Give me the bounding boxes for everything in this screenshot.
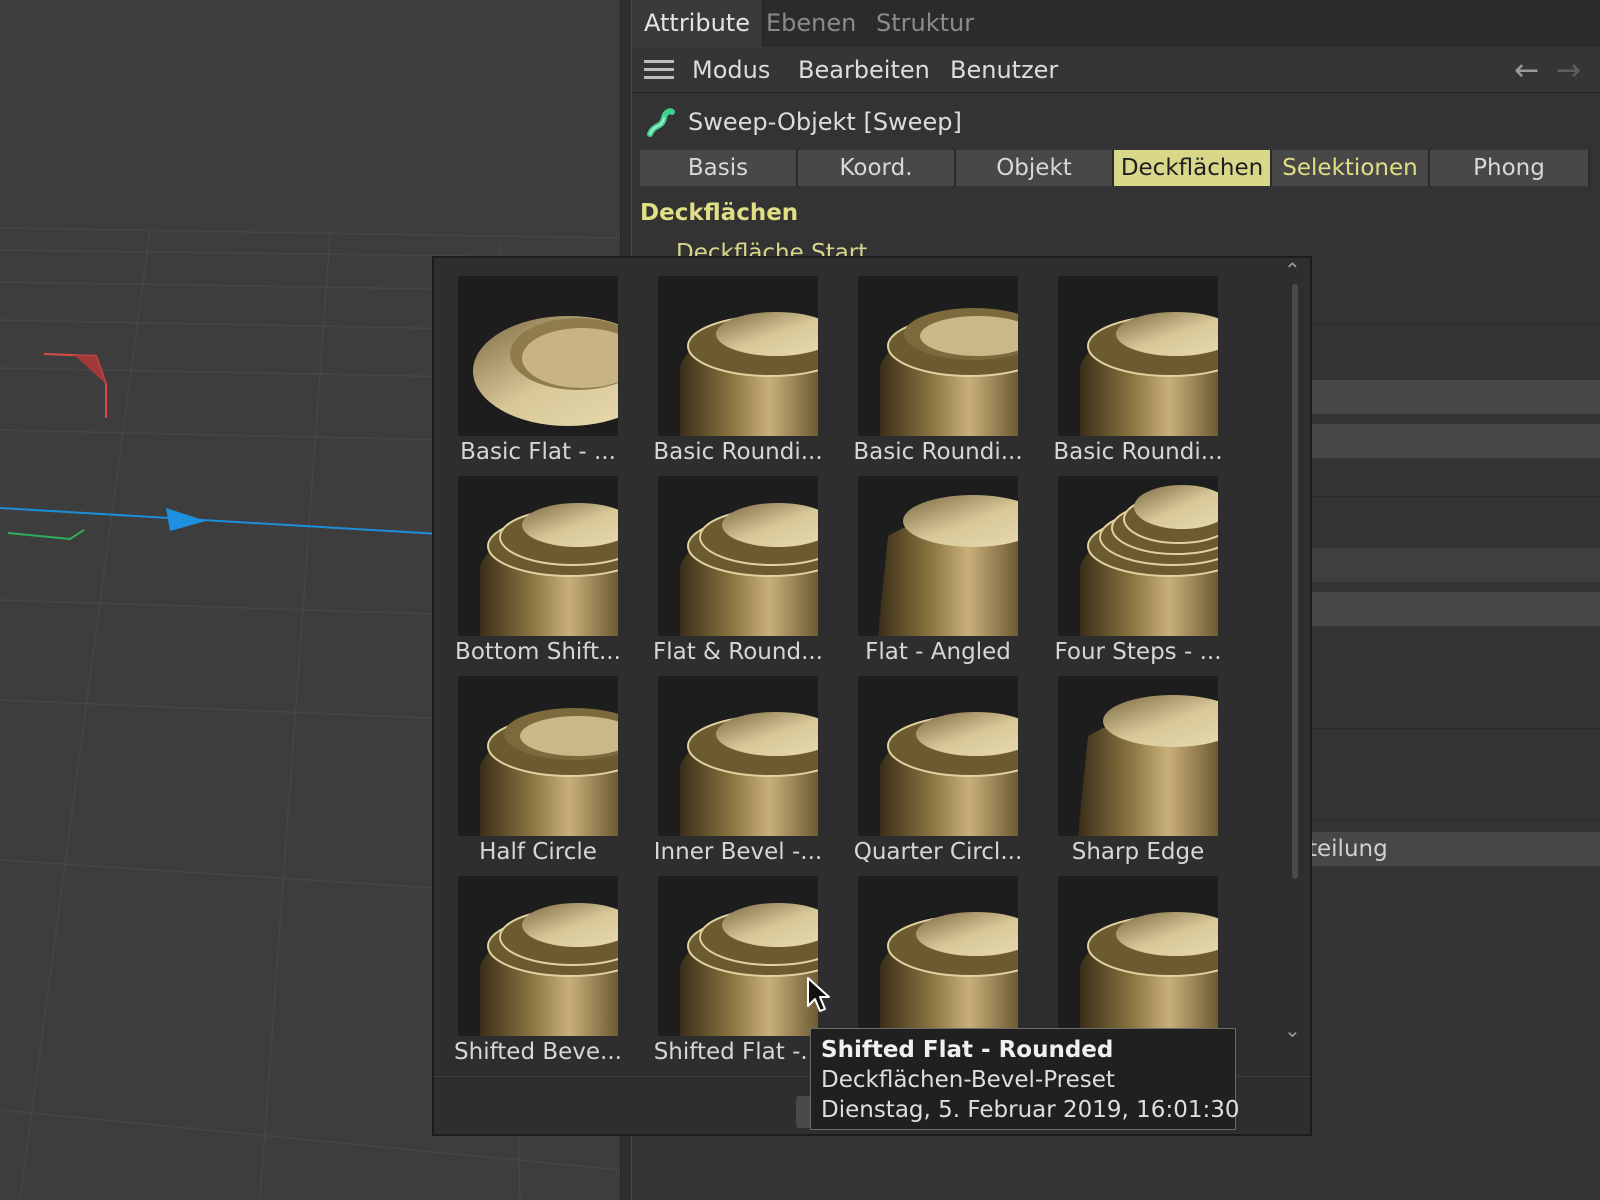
preset-item[interactable]: Flat & Round...	[646, 476, 823, 676]
object-title: Sweep-Objekt [Sweep]	[688, 108, 962, 136]
tab-attribute[interactable]: Attribute	[632, 0, 763, 47]
preset-thumbnail	[658, 476, 818, 636]
preset-thumbnail	[458, 676, 618, 836]
preset-label: Bottom Shift...	[455, 639, 621, 665]
preset-popup[interactable]: Basic Flat - ... Basic Roundi... Basic Rou…	[432, 256, 1312, 1136]
preset-label: Flat & Round...	[653, 639, 823, 665]
preset-label: Basic Roundi...	[1053, 439, 1223, 465]
preset-item[interactable]: Bottom Shift...	[446, 476, 621, 676]
preset-thumbnail	[858, 476, 1018, 636]
preset-item[interactable]: Flat - Angled	[846, 476, 1018, 676]
tab-struktur[interactable]: Struktur	[876, 0, 974, 47]
scroll-down-icon[interactable]: ⌄	[1284, 1018, 1301, 1042]
tooltip-title: Shifted Flat - Rounded	[821, 1037, 1114, 1063]
menu-bearbeiten[interactable]: Bearbeiten	[798, 47, 930, 93]
divider	[1282, 324, 1600, 325]
preset-thumbnail	[458, 276, 618, 436]
ptab-objekt[interactable]: Objekt	[956, 150, 1114, 186]
preset-item[interactable]: Basic Roundi...	[646, 276, 823, 476]
tooltip-date: Dienstag, 5. Februar 2019, 16:01:30	[821, 1097, 1240, 1123]
preset-item[interactable]: Shifted Flat -...	[646, 876, 822, 1076]
preset-thumbnail	[658, 276, 818, 436]
preset-thumbnail	[1058, 276, 1218, 436]
preset-item[interactable]: Four Steps - ...	[1046, 476, 1222, 676]
preset-grid: Basic Flat - ... Basic Roundi... Basic Rou…	[446, 276, 1246, 1076]
preset-label: Half Circle	[479, 839, 597, 865]
preset-item[interactable]: Half Circle	[446, 676, 618, 876]
preset-thumbnail	[1058, 676, 1218, 836]
preset-item[interactable]: Sharp Edge	[1046, 676, 1218, 876]
bg-field[interactable]	[1312, 424, 1600, 458]
divider	[1282, 496, 1600, 497]
hamburger-menu-icon[interactable]	[644, 60, 674, 80]
preset-tooltip: Shifted Flat - Rounded Deckflächen-Bevel…	[810, 1028, 1240, 1130]
preset-thumbnail	[1058, 476, 1218, 636]
preset-thumbnail	[458, 876, 618, 1036]
preset-label: Shifted Beve...	[454, 1039, 622, 1065]
object-header: Sweep-Objekt [Sweep]	[632, 94, 1600, 150]
preset-thumbnail	[858, 676, 1018, 836]
preset-label: Four Steps - ...	[1054, 639, 1222, 665]
preset-label: Basic Roundi...	[653, 439, 823, 465]
preset-thumbnail	[658, 676, 818, 836]
y-axis-handle	[7, 529, 85, 541]
ptab-koord[interactable]: Koord.	[798, 150, 956, 186]
preset-thumbnail	[858, 876, 1018, 1036]
preset-label: Flat - Angled	[865, 639, 1011, 665]
preset-thumbnail	[658, 876, 818, 1036]
preset-label: Inner Bevel -...	[653, 839, 823, 865]
ptab-selektionen[interactable]: Selektionen	[1272, 150, 1430, 186]
preset-label: Basic Flat - ...	[460, 439, 616, 465]
menu-modus[interactable]: Modus	[692, 47, 770, 93]
preset-thumbnail	[1058, 876, 1218, 1036]
preset-item[interactable]: Shifted Beve...	[446, 876, 622, 1076]
subdivision-label: teilung	[1308, 836, 1388, 862]
z-axis-arrow	[166, 508, 206, 531]
divider	[1282, 820, 1600, 821]
ptab-deckflaechen[interactable]: Deckflächen	[1114, 150, 1272, 186]
preset-item[interactable]: Quarter Circl...	[846, 676, 1022, 876]
bg-field[interactable]	[1312, 380, 1600, 414]
tooltip-type: Deckflächen-Bevel-Preset	[821, 1067, 1115, 1093]
bg-field[interactable]	[1312, 592, 1600, 626]
z-axis-line	[0, 507, 441, 535]
scrollbar[interactable]	[1292, 284, 1298, 879]
mouse-cursor-icon	[807, 977, 830, 1012]
tab-ebenen[interactable]: Ebenen	[766, 0, 856, 47]
scroll-up-icon[interactable]: ⌃	[1284, 258, 1301, 282]
preset-label: Basic Roundi...	[853, 439, 1023, 465]
preset-item[interactable]: Basic Roundi...	[1046, 276, 1223, 476]
preset-item[interactable]: Inner Bevel -...	[646, 676, 822, 876]
preset-label: Sharp Edge	[1071, 839, 1205, 865]
ptab-phong[interactable]: Phong	[1430, 150, 1590, 186]
divider	[1282, 728, 1600, 729]
window-tabbar: Attribute Ebenen Struktur	[632, 0, 1600, 47]
preset-thumbnail	[858, 276, 1018, 436]
preset-label: Quarter Circl...	[853, 839, 1023, 865]
ptab-basis[interactable]: Basis	[640, 150, 798, 186]
bg-slider[interactable]	[1312, 548, 1600, 582]
menubar: Modus Bearbeiten Benutzer ← →	[632, 47, 1600, 93]
property-tabs: Basis Koord. Objekt Deckflächen Selektio…	[640, 150, 1590, 186]
section-title: Deckflächen	[640, 200, 799, 226]
menu-benutzer[interactable]: Benutzer	[950, 47, 1058, 93]
sweep-object-icon	[647, 108, 675, 137]
preset-item[interactable]: Basic Flat - ...	[446, 276, 618, 476]
preset-item[interactable]: Basic Roundi...	[846, 276, 1023, 476]
arrow-left-icon[interactable]: ←	[1514, 53, 1539, 88]
preset-thumbnail	[458, 476, 618, 636]
arrow-right-icon[interactable]: →	[1556, 53, 1581, 88]
preset-label: Shifted Flat -...	[653, 1039, 823, 1065]
